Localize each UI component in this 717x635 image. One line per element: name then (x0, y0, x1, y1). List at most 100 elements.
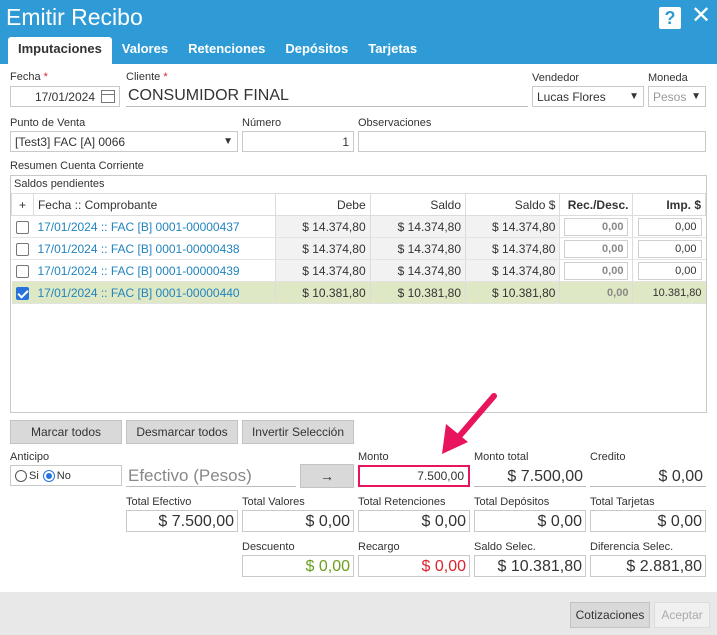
anticipo-si-radio[interactable] (15, 469, 27, 482)
header-imp[interactable]: Imp. $ (632, 193, 706, 216)
row-saldo-pesos: $ 14.374,80 (465, 237, 560, 260)
row-comprobante[interactable]: 17/01/2024 :: FAC [B] 0001-00000438 (33, 237, 276, 260)
aceptar-button[interactable]: Aceptar (654, 602, 710, 628)
total-efectivo-value: $ 7.500,00 (126, 510, 238, 532)
header-rec-desc[interactable]: Rec./Desc. (559, 193, 634, 216)
tab-tarjetas[interactable]: Tarjetas (358, 37, 427, 64)
diferencia-selec-label: Diferencia Selec. (590, 541, 674, 553)
row-checkbox-checked[interactable] (15, 286, 29, 300)
row-checkbox[interactable] (15, 264, 29, 278)
numero-label: Número (242, 117, 282, 129)
window-title: Emitir Recibo (6, 4, 143, 30)
row-rec-desc-input[interactable]: 0,00 (564, 261, 629, 280)
table-header-row: + Fecha :: Comprobante Debe Saldo Saldo … (11, 193, 706, 216)
header-saldo[interactable]: Saldo (369, 193, 467, 216)
total-tarjetas-value: $ 0,00 (590, 510, 706, 532)
monto-total-label: Monto total (474, 451, 529, 463)
row-imp-input[interactable]: 0,00 (637, 261, 702, 280)
row-comprobante[interactable]: 17/01/2024 :: FAC [B] 0001-00000440 (33, 281, 276, 304)
chevron-down-icon: ▼ (629, 91, 639, 102)
anticipo-label: Anticipo (10, 451, 50, 463)
row-debe: $ 14.374,80 (275, 237, 371, 260)
anticipo-no-label: No (56, 469, 71, 482)
header-comprobante[interactable]: Fecha :: Comprobante (32, 193, 277, 216)
desmarcar-todos-button[interactable]: Desmarcar todos (126, 420, 238, 444)
total-depositos-value: $ 0,00 (474, 510, 586, 532)
marcar-todos-button[interactable]: Marcar todos (10, 420, 122, 444)
row-checkbox[interactable] (15, 220, 29, 234)
tab-depositos[interactable]: Depósitos (275, 37, 358, 64)
row-debe: $ 14.374,80 (275, 215, 371, 238)
tab-retenciones[interactable]: Retenciones (178, 37, 275, 64)
credito-value: $ 0,00 (590, 465, 706, 487)
total-valores-value: $ 0,00 (242, 510, 354, 532)
observaciones-field[interactable] (358, 131, 706, 152)
saldos-table: + Fecha :: Comprobante Debe Saldo Saldo … (11, 193, 706, 304)
row-comprobante[interactable]: 17/01/2024 :: FAC [B] 0001-00000439 (33, 259, 276, 282)
help-icon[interactable]: ? (659, 7, 681, 29)
footer-bar: Cotizaciones Aceptar (0, 592, 717, 635)
anticipo-si-label: Si (29, 469, 39, 482)
total-valores-label: Total Valores (242, 496, 305, 508)
row-saldo-pesos: $ 14.374,80 (465, 215, 560, 238)
row-saldo: $ 10.381,80 (369, 281, 466, 304)
monto-input[interactable]: 7.500,00 (358, 465, 470, 487)
moneda-label: Moneda (648, 72, 688, 84)
agregar-monto-button[interactable]: → (300, 464, 354, 488)
fecha-field[interactable]: 17/01/2024 (10, 86, 120, 107)
invertir-seleccion-button[interactable]: Invertir Selección (242, 420, 354, 444)
header-debe[interactable]: Debe (275, 193, 371, 216)
saldos-pendientes-panel: Saldos pendientes + Fecha :: Comprobante… (10, 175, 707, 413)
row-imp-input[interactable]: 0,00 (637, 239, 702, 258)
observaciones-label: Observaciones (358, 117, 432, 129)
punto-venta-select[interactable]: [Test3] FAC [A] 0066 ▼ (10, 131, 238, 152)
row-saldo: $ 14.374,80 (369, 215, 466, 238)
vendedor-label: Vendedor (532, 72, 580, 84)
row-comprobante[interactable]: 17/01/2024 :: FAC [B] 0001-00000437 (33, 215, 276, 238)
moneda-select[interactable]: Pesos ▼ (648, 86, 706, 107)
cotizaciones-button[interactable]: Cotizaciones (570, 602, 650, 628)
fecha-label: Fecha * (10, 71, 48, 83)
resumen-label: Resumen Cuenta Corriente (10, 160, 144, 172)
row-imp-input[interactable]: 10.381,80 (632, 281, 706, 304)
total-tarjetas-label: Total Tarjetas (590, 496, 655, 508)
row-saldo-pesos: $ 10.381,80 (465, 281, 560, 304)
punto-venta-label: Punto de Venta (10, 117, 86, 129)
row-checkbox[interactable] (15, 242, 29, 256)
header-saldo-pesos[interactable]: Saldo $ (465, 193, 561, 216)
vendedor-select[interactable]: Lucas Flores ▼ (532, 86, 644, 107)
cliente-field[interactable]: CONSUMIDOR FINAL (126, 86, 528, 107)
table-row[interactable]: 17/01/2024 :: FAC [B] 0001-00000438 $ 14… (11, 237, 706, 260)
tab-bar: Imputaciones Valores Retenciones Depósit… (8, 37, 427, 64)
descuento-value: $ 0,00 (242, 555, 354, 577)
row-debe: $ 10.381,80 (275, 281, 371, 304)
monto-label: Monto (358, 451, 389, 463)
tab-valores[interactable]: Valores (112, 37, 178, 64)
table-row[interactable]: 17/01/2024 :: FAC [B] 0001-00000437 $ 14… (11, 215, 706, 238)
row-saldo: $ 14.374,80 (369, 259, 466, 282)
row-rec-desc-input[interactable]: 0,00 (564, 239, 629, 258)
row-saldo-pesos: $ 14.374,80 (465, 259, 560, 282)
header-add[interactable]: + (11, 193, 34, 216)
highlight-arrow-icon (442, 393, 497, 454)
row-debe: $ 14.374,80 (275, 259, 371, 282)
row-rec-desc-input[interactable]: 0,00 (559, 281, 633, 304)
medio-pago-field[interactable]: Efectivo (Pesos) (126, 465, 296, 487)
row-saldo: $ 14.374,80 (369, 237, 466, 260)
monto-total-value: $ 7.500,00 (474, 465, 586, 487)
tab-imputaciones[interactable]: Imputaciones (8, 37, 112, 64)
numero-field[interactable]: 1 (242, 131, 354, 152)
saldo-selec-value: $ 10.381,80 (474, 555, 586, 577)
row-imp-input[interactable]: 0,00 (637, 217, 702, 236)
table-row[interactable]: 17/01/2024 :: FAC [B] 0001-00000439 $ 14… (11, 259, 706, 282)
chevron-down-icon: ▼ (691, 91, 701, 102)
close-icon[interactable]: ✕ (690, 4, 712, 28)
total-retenciones-label: Total Retenciones (358, 496, 446, 508)
title-bar: Emitir Recibo ? ✕ Imputaciones Valores R… (0, 0, 717, 64)
calendar-icon[interactable] (101, 90, 115, 103)
credito-label: Credito (590, 451, 626, 463)
table-row-selected[interactable]: 17/01/2024 :: FAC [B] 0001-00000440 $ 10… (11, 281, 706, 304)
total-efectivo-label: Total Efectivo (126, 496, 192, 508)
row-rec-desc-input[interactable]: 0,00 (564, 217, 629, 236)
anticipo-no-radio[interactable] (42, 469, 55, 482)
